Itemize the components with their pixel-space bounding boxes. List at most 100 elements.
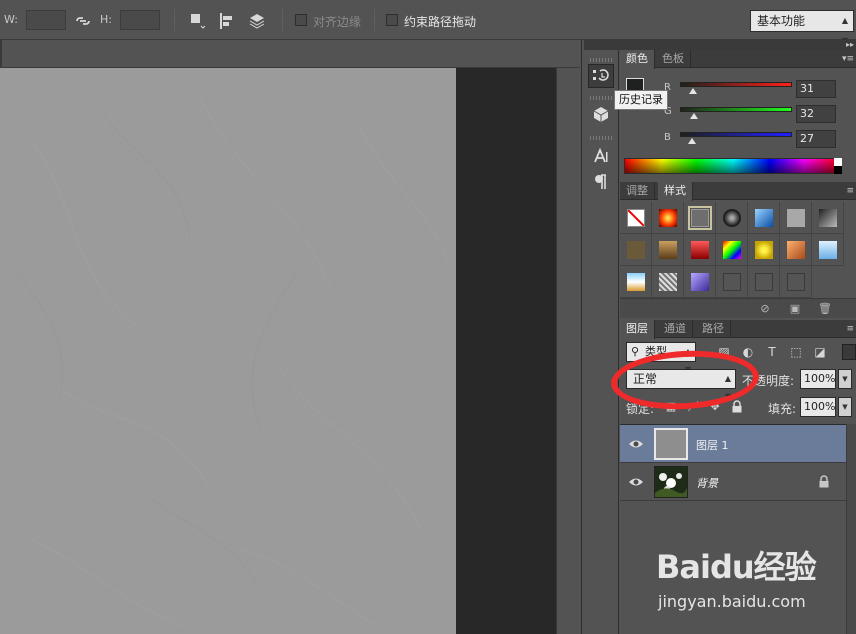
tab-swatches[interactable]: 色板 xyxy=(656,50,691,68)
dock-grip[interactable] xyxy=(590,58,612,62)
path-arrangement-icon[interactable] xyxy=(246,10,268,32)
style-preset[interactable] xyxy=(748,234,780,266)
eye-icon[interactable] xyxy=(628,475,644,489)
fill-dropdown-arrow[interactable]: ▼ xyxy=(838,397,852,417)
style-preset[interactable] xyxy=(748,202,780,234)
layer-name: 背景 xyxy=(696,477,718,490)
tab-color[interactable]: 颜色 xyxy=(620,50,655,69)
g-slider[interactable] xyxy=(680,107,792,112)
style-preset[interactable] xyxy=(812,202,844,234)
style-preset[interactable] xyxy=(716,234,748,266)
fill-input[interactable]: 100% xyxy=(800,397,836,417)
history-panel-button[interactable] xyxy=(588,64,614,88)
paragraph-panel-button[interactable] xyxy=(588,170,614,194)
constrain-path-checkbox[interactable] xyxy=(386,14,398,26)
width-label: W: xyxy=(4,13,18,26)
style-preset[interactable] xyxy=(652,202,684,234)
vertical-scrollbar[interactable] xyxy=(556,68,580,634)
paragraph-icon xyxy=(595,174,606,189)
style-preset[interactable] xyxy=(652,234,684,266)
style-preset[interactable] xyxy=(684,234,716,266)
style-presets-grid xyxy=(620,202,844,298)
workspace-select[interactable]: 基本功能 ▲▼ xyxy=(750,10,854,45)
style-preset[interactable] xyxy=(620,266,652,298)
b-slider-thumb[interactable] xyxy=(688,138,696,144)
3d-panel-button[interactable] xyxy=(588,102,614,126)
trash-icon[interactable]: 🗑 xyxy=(818,302,832,316)
filter-toggle[interactable] xyxy=(842,344,856,360)
style-preset-empty[interactable] xyxy=(716,266,748,298)
layers-panel-tabs: 图层 通道 路径 ≡ xyxy=(620,320,856,339)
width-input[interactable] xyxy=(26,10,66,30)
tab-edge xyxy=(0,40,2,68)
style-preset[interactable] xyxy=(780,202,812,234)
link-icon[interactable] xyxy=(72,10,94,32)
style-preset[interactable] xyxy=(812,234,844,266)
g-slider-thumb[interactable] xyxy=(690,113,698,119)
color-spectrum-bar[interactable] xyxy=(624,158,842,174)
panel-menu-icon[interactable]: ▾≡ xyxy=(842,54,854,64)
tab-paths[interactable]: 路径 xyxy=(696,320,731,338)
panel-dock: ◂◂ xyxy=(581,40,619,634)
baidu-watermark: Baidu经验 jingyan.baidu.com xyxy=(652,540,852,620)
expand-arrows-icon[interactable]: ▸▸ xyxy=(846,40,854,50)
tab-layers[interactable]: 图层 xyxy=(620,320,655,339)
character-panel-button[interactable] xyxy=(588,144,614,168)
type-filter-icon[interactable]: T xyxy=(764,344,780,360)
styles-panel-tabs: 调整 样式 ≡ xyxy=(620,182,856,201)
lock-all-icon[interactable] xyxy=(730,400,744,414)
g-value-input[interactable]: 32 xyxy=(796,105,836,123)
style-preset-selected[interactable] xyxy=(684,202,716,234)
style-preset[interactable] xyxy=(684,266,716,298)
style-preset[interactable] xyxy=(780,234,812,266)
panels-collapse-bar[interactable]: ▸▸ xyxy=(584,40,856,50)
style-preset-empty[interactable] xyxy=(748,266,780,298)
tab-channels[interactable]: 通道 xyxy=(658,320,693,338)
panel-menu-icon[interactable]: ≡ xyxy=(846,324,854,334)
path-operations-icon[interactable] xyxy=(186,10,208,32)
dock-grip[interactable] xyxy=(590,136,612,140)
style-preset[interactable] xyxy=(620,234,652,266)
align-edges-checkbox[interactable] xyxy=(295,14,307,26)
white-swatch[interactable] xyxy=(834,158,842,166)
document-canvas[interactable] xyxy=(0,68,456,634)
tab-styles[interactable]: 样式 xyxy=(658,182,693,201)
new-style-icon[interactable]: ▣ xyxy=(788,302,802,316)
black-swatch[interactable] xyxy=(834,166,842,174)
style-preset-none[interactable] xyxy=(620,202,652,234)
dock-grip[interactable] xyxy=(590,96,612,100)
separator xyxy=(374,9,375,31)
opacity-input[interactable]: 100% xyxy=(800,369,836,389)
constrain-path-label: 约束路径拖动 xyxy=(404,15,477,29)
r-value-input[interactable]: 31 xyxy=(796,80,836,98)
align-edges-label: 对齐边缘 xyxy=(313,15,362,29)
style-preset-empty[interactable] xyxy=(780,266,812,298)
opacity-dropdown-arrow[interactable]: ▼ xyxy=(838,369,852,389)
r-slider-thumb[interactable] xyxy=(689,88,697,94)
panel-menu-icon[interactable]: ≡ xyxy=(846,186,854,196)
clear-style-icon[interactable]: ⊘ xyxy=(758,302,772,316)
height-input[interactable] xyxy=(120,10,160,30)
eye-icon[interactable] xyxy=(628,437,644,451)
b-value-input[interactable]: 27 xyxy=(796,130,836,148)
watermark-url: jingyan.baidu.com xyxy=(658,592,806,611)
color-panel: 颜色 色板 ▾≡ R 31 G 32 B 27 xyxy=(620,50,856,180)
style-preset[interactable] xyxy=(652,266,684,298)
b-slider[interactable] xyxy=(680,132,792,137)
smart-object-filter-icon[interactable]: ◪ xyxy=(812,344,828,360)
layer-row-background[interactable]: 背景 xyxy=(620,463,846,501)
shape-filter-icon[interactable]: ⬚ xyxy=(788,344,804,360)
style-preset[interactable] xyxy=(716,202,748,234)
tab-adjustments[interactable]: 调整 xyxy=(620,182,655,200)
character-icon xyxy=(594,147,608,163)
canvas-texture xyxy=(9,97,451,629)
document-tab-strip xyxy=(0,40,580,68)
layer-row-layer-1[interactable]: 图层 1 xyxy=(620,425,846,463)
path-alignment-icon[interactable] xyxy=(216,10,238,32)
document-area xyxy=(0,40,580,634)
r-slider[interactable] xyxy=(680,82,792,87)
layer-thumbnail xyxy=(654,428,688,460)
b-label: B xyxy=(664,132,671,143)
adjustment-filter-icon[interactable]: ◐ xyxy=(740,344,756,360)
separator xyxy=(282,9,283,31)
